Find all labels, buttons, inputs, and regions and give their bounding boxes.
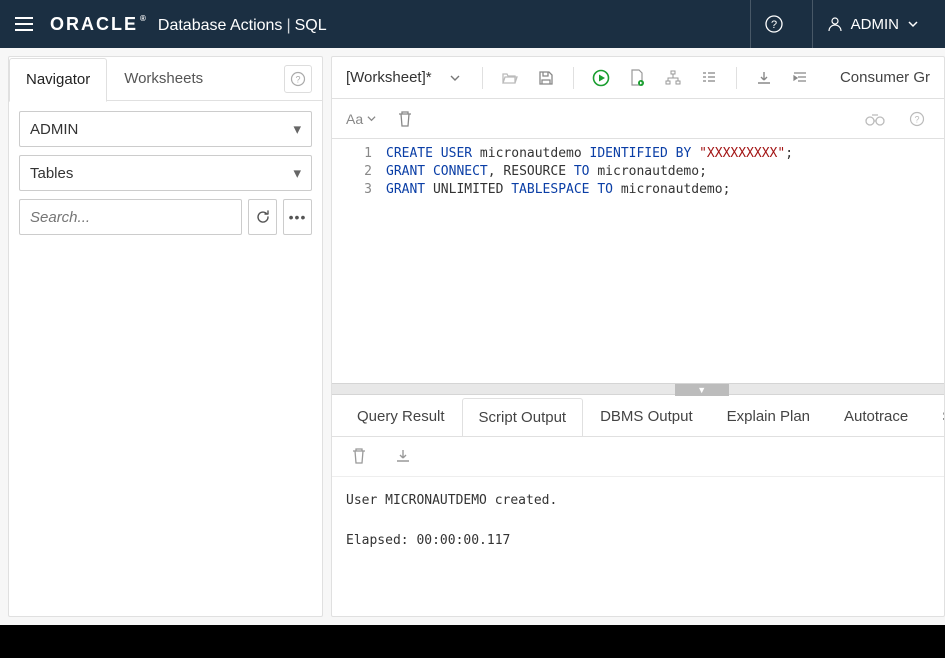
schema-value: ADMIN — [30, 121, 78, 138]
trash-icon — [351, 447, 367, 465]
results-tab-explain-plan[interactable]: Explain Plan — [710, 397, 827, 436]
product-title: Database Actions|SQL — [158, 17, 327, 35]
svg-text:?: ? — [914, 114, 919, 124]
format-button[interactable] — [787, 65, 813, 91]
user-menu[interactable]: ADMIN — [812, 0, 933, 48]
search-input[interactable] — [19, 199, 242, 235]
caret-down-icon: ▾ — [293, 120, 301, 138]
font-size-menu[interactable]: Aa — [346, 111, 376, 127]
folder-open-icon — [501, 69, 519, 87]
open-button[interactable] — [497, 65, 523, 91]
object-type-value: Tables — [30, 165, 73, 182]
help-icon: ? — [290, 71, 306, 87]
svg-text:?: ? — [295, 74, 300, 84]
user-name: ADMIN — [851, 16, 899, 33]
chevron-down-icon — [907, 18, 919, 30]
clear-button[interactable] — [392, 106, 418, 132]
run-button[interactable] — [588, 65, 614, 91]
script-output-text: User MICRONAUTDEMO created. Elapsed: 00:… — [332, 477, 944, 616]
help-button[interactable]: ? — [750, 0, 798, 48]
download-output-button[interactable] — [390, 443, 416, 469]
autotrace-button[interactable] — [696, 65, 722, 91]
save-button[interactable] — [533, 65, 559, 91]
worksheet-toolbar: [Worksheet]* — [332, 57, 944, 99]
caret-down-icon — [367, 114, 376, 123]
results-tab-sql-history[interactable]: SQL History — [925, 397, 944, 436]
explain-button[interactable] — [660, 65, 686, 91]
script-run-icon — [629, 69, 645, 87]
refresh-button[interactable] — [248, 199, 277, 235]
tree-icon — [665, 70, 681, 86]
caret-down-icon — [450, 73, 460, 83]
help-icon: ? — [909, 111, 925, 127]
run-script-button[interactable] — [624, 65, 650, 91]
menu-icon[interactable] — [12, 12, 36, 36]
brand: ORACLE® Database Actions|SQL — [50, 14, 327, 35]
clear-output-button[interactable] — [346, 443, 372, 469]
download-button[interactable] — [751, 65, 777, 91]
download-icon — [395, 448, 411, 464]
find-button[interactable] — [862, 106, 888, 132]
schema-select[interactable]: ADMIN ▾ — [19, 111, 312, 147]
splitter-grip-icon: ▼ — [675, 384, 729, 396]
worksheet-menu[interactable] — [442, 65, 468, 91]
tab-worksheets[interactable]: Worksheets — [107, 57, 220, 101]
main-panel: ◀ [Worksheet]* — [331, 56, 945, 617]
results-panel: Query ResultScript OutputDBMS OutputExpl… — [332, 395, 944, 616]
svg-text:?: ? — [771, 19, 777, 31]
tab-navigator[interactable]: Navigator — [9, 58, 107, 102]
footer-bar — [0, 625, 945, 658]
editor-help-button[interactable]: ? — [904, 106, 930, 132]
list-icon — [701, 70, 717, 86]
splitter[interactable]: ▼ — [332, 383, 944, 395]
play-icon — [592, 69, 610, 87]
results-tab-script-output[interactable]: Script Output — [462, 398, 584, 437]
results-tabs: Query ResultScript OutputDBMS OutputExpl… — [332, 395, 944, 437]
trash-icon — [397, 110, 413, 128]
help-icon: ? — [764, 14, 784, 34]
more-button[interactable]: ••• — [283, 199, 312, 235]
ellipsis-icon: ••• — [289, 210, 307, 224]
results-tab-dbms-output[interactable]: DBMS Output — [583, 397, 710, 436]
caret-down-icon: ▾ — [293, 164, 301, 182]
consumer-group-label[interactable]: Consumer Gr — [840, 69, 930, 86]
user-icon — [827, 16, 843, 32]
save-icon — [538, 70, 554, 86]
download-icon — [756, 70, 772, 86]
sql-editor[interactable]: 123 CREATE USER micronautdemo IDENTIFIED… — [332, 139, 944, 383]
editor-subtoolbar: Aa ? — [332, 99, 944, 139]
results-tab-autotrace[interactable]: Autotrace — [827, 397, 925, 436]
oracle-logo: ORACLE® — [50, 14, 148, 35]
refresh-icon — [255, 209, 271, 225]
editor-code[interactable]: CREATE USER micronautdemo IDENTIFIED BY … — [386, 139, 793, 383]
indent-icon — [792, 70, 808, 86]
sidebar-help-button[interactable]: ? — [284, 65, 312, 93]
collapse-handle[interactable]: ◀ — [331, 313, 332, 361]
binoculars-icon — [865, 111, 885, 127]
object-type-select[interactable]: Tables ▾ — [19, 155, 312, 191]
editor-gutter: 123 — [332, 139, 386, 383]
navigator-panel: Navigator Worksheets ? ADMIN ▾ Tables ▾ — [8, 56, 323, 617]
app-header: ORACLE® Database Actions|SQL ? ADMIN — [0, 0, 945, 48]
worksheet-name: [Worksheet]* — [346, 69, 432, 86]
results-tab-query-result[interactable]: Query Result — [340, 397, 462, 436]
